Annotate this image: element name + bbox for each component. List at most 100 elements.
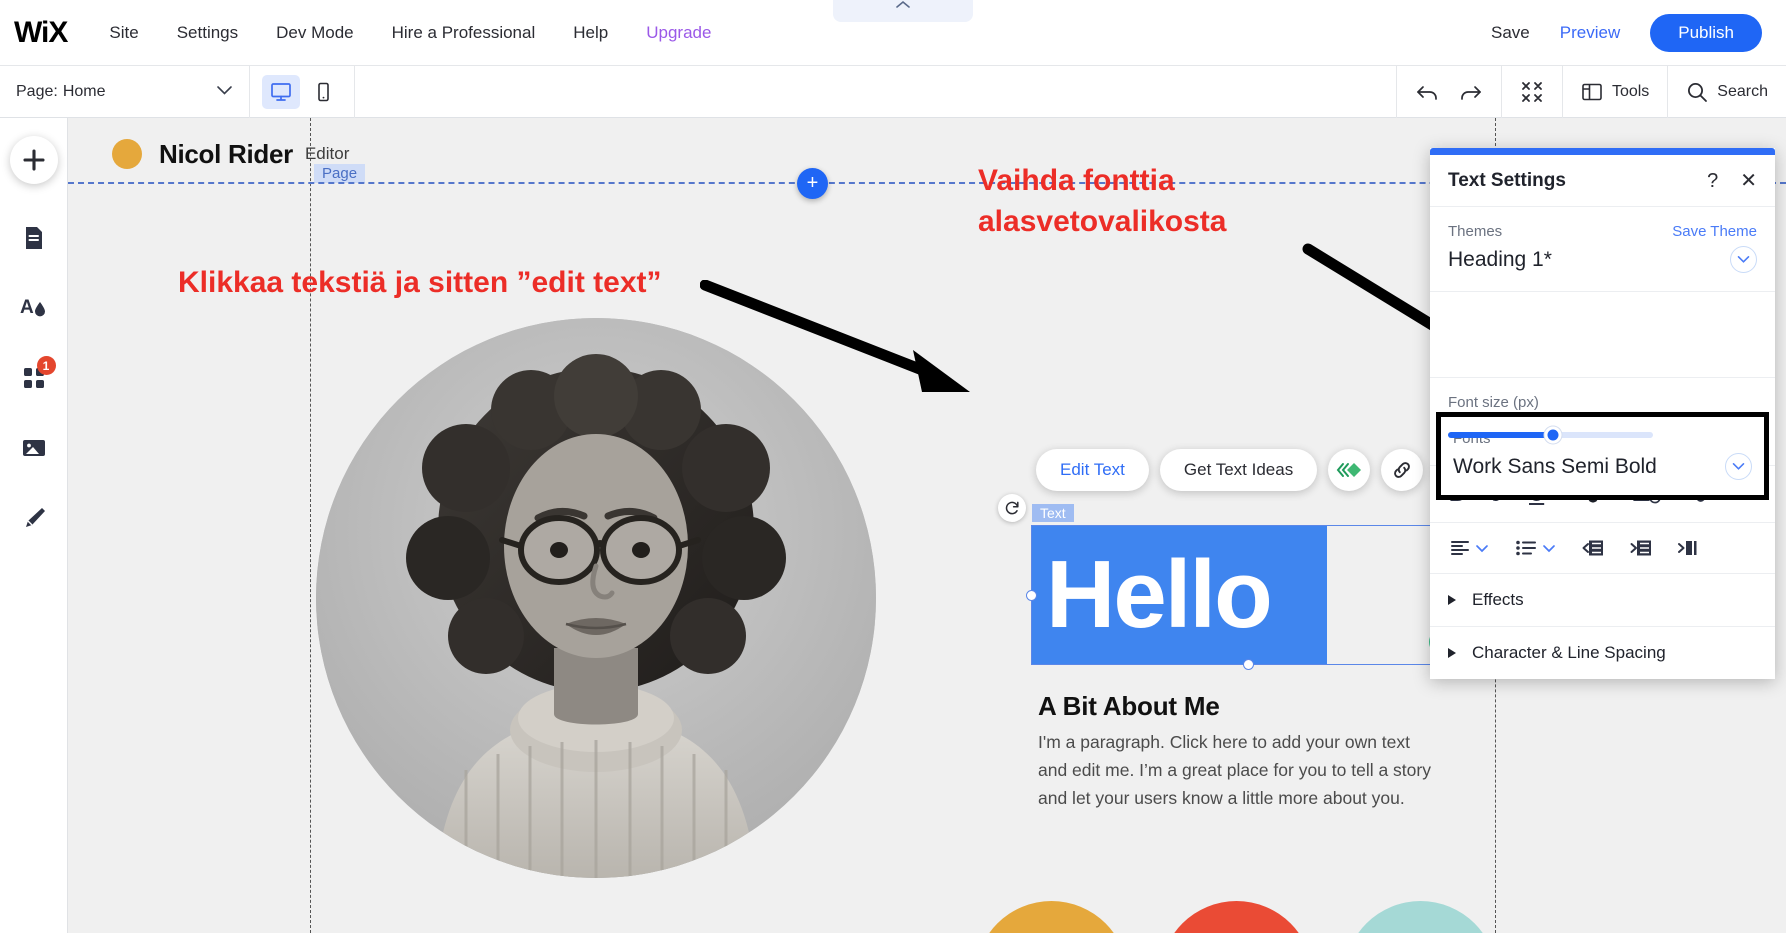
- effects-triangle-icon: [1448, 595, 1456, 605]
- menu-item-help[interactable]: Help: [573, 23, 608, 43]
- list-chevron-down-icon: [1542, 543, 1556, 553]
- menu-item-dev-mode[interactable]: Dev Mode: [276, 23, 353, 43]
- selection-type-tag: Text: [1032, 504, 1074, 522]
- rotate-handle[interactable]: [998, 494, 1026, 522]
- about-paragraph[interactable]: I'm a paragraph. Click here to add your …: [1038, 728, 1443, 812]
- panel-help-icon[interactable]: ?: [1707, 171, 1718, 191]
- panel-header: Text Settings ? ✕: [1430, 155, 1775, 207]
- page-region-tag: Page: [314, 164, 365, 183]
- brand-dot-icon: [112, 139, 142, 169]
- add-section-button[interactable]: +: [797, 168, 828, 199]
- sidebar-item-add-elements[interactable]: [10, 136, 58, 184]
- desktop-view-button[interactable]: [262, 75, 300, 109]
- theme-value: Heading 1*: [1448, 248, 1552, 272]
- brand-name: Nicol Rider: [159, 139, 293, 170]
- main-menu: Site Settings Dev Mode Hire a Profession…: [109, 23, 711, 43]
- font-size-slider-thumb[interactable]: [1544, 427, 1561, 444]
- site-button-resume[interactable]: Resume: [975, 901, 1128, 933]
- font-chevron-down-icon[interactable]: [1725, 453, 1752, 480]
- undo-icon[interactable]: [1415, 81, 1441, 103]
- collapse-toolbar-handle[interactable]: [833, 0, 973, 22]
- panel-title: Text Settings: [1448, 170, 1566, 192]
- edit-text-button[interactable]: Edit Text: [1036, 449, 1149, 491]
- sidebar-item-app-market[interactable]: 1: [10, 354, 58, 402]
- font-size-slider[interactable]: [1448, 432, 1653, 438]
- sidebar-item-blog-manager[interactable]: [10, 494, 58, 542]
- site-button-projects[interactable]: Projects: [1160, 901, 1313, 933]
- sidebar-item-site-design[interactable]: A: [10, 284, 58, 332]
- menu-item-upgrade[interactable]: Upgrade: [646, 23, 711, 43]
- panel-accent-bar: [1430, 148, 1775, 155]
- about-heading[interactable]: A Bit About Me: [1038, 691, 1220, 722]
- zoom-out-icon[interactable]: [1520, 80, 1544, 104]
- resize-handle-left[interactable]: [1026, 590, 1037, 601]
- search-label: Search: [1717, 83, 1768, 101]
- page-selector-value: Home: [63, 83, 106, 101]
- save-theme-link[interactable]: Save Theme: [1672, 223, 1757, 240]
- menu-item-hire-a-professional[interactable]: Hire a Professional: [392, 23, 536, 43]
- history-group: [1396, 66, 1501, 118]
- menu-item-site[interactable]: Site: [109, 23, 138, 43]
- sidebar-item-pages-menu[interactable]: [10, 214, 58, 262]
- annotation-edit-text: Klikkaa tekstiä ja sitten ”edit text”: [178, 262, 662, 303]
- save-button[interactable]: Save: [1491, 23, 1530, 43]
- search-icon: [1686, 81, 1708, 103]
- tools-button[interactable]: Tools: [1581, 82, 1649, 102]
- fonts-highlight-box: Fonts Work Sans Semi Bold: [1436, 412, 1769, 500]
- align-chevron-down-icon: [1475, 543, 1489, 553]
- page-selector[interactable]: Page: Home: [0, 66, 250, 118]
- get-text-ideas-button[interactable]: Get Text Ideas: [1160, 449, 1317, 491]
- tools-icon: [1581, 82, 1603, 102]
- search-group: Search: [1667, 66, 1786, 118]
- spacing-accordion[interactable]: Character & Line Spacing: [1430, 627, 1775, 679]
- selected-text-element[interactable]: Text Hello: [1031, 525, 1466, 665]
- wix-logo[interactable]: WiX: [14, 16, 67, 50]
- app-market-badge: 1: [37, 356, 56, 375]
- profile-photo[interactable]: [316, 318, 876, 878]
- indent-icon[interactable]: [1630, 539, 1652, 557]
- brand-subtitle: Editor: [305, 144, 349, 164]
- plus-icon: [21, 147, 47, 173]
- redo-icon[interactable]: [1457, 81, 1483, 103]
- panel-close-icon[interactable]: ✕: [1740, 171, 1757, 191]
- preview-button[interactable]: Preview: [1560, 23, 1620, 43]
- text-settings-panel: Text Settings ? ✕ Themes Save Theme Head…: [1430, 148, 1775, 679]
- site-button-contact[interactable]: Contact: [1344, 901, 1497, 933]
- mobile-view-button[interactable]: [304, 75, 342, 109]
- font-dropdown[interactable]: Work Sans Semi Bold: [1453, 453, 1752, 480]
- chevron-down-icon: [216, 84, 233, 99]
- effects-accordion[interactable]: Effects: [1430, 574, 1775, 627]
- search-button[interactable]: Search: [1686, 81, 1768, 103]
- effects-label: Effects: [1472, 590, 1524, 610]
- device-switcher: [250, 66, 355, 118]
- theme-chevron-down-icon[interactable]: [1730, 246, 1757, 273]
- image-icon: [20, 436, 48, 460]
- text-direction-icon[interactable]: [1678, 539, 1698, 557]
- link-icon[interactable]: [1381, 449, 1423, 491]
- outdent-icon[interactable]: [1582, 539, 1604, 557]
- animation-icon[interactable]: [1328, 449, 1370, 491]
- panel-header-actions: ? ✕: [1707, 171, 1757, 191]
- rotate-icon: [1004, 500, 1021, 517]
- theme-icon: A: [19, 294, 49, 322]
- font-size-label: Font size (px): [1448, 394, 1757, 411]
- chevron-up-icon: [896, 0, 910, 10]
- publish-button[interactable]: Publish: [1650, 14, 1762, 52]
- page-icon: [21, 224, 47, 252]
- resize-handle-bottom[interactable]: [1243, 659, 1254, 670]
- menu-item-settings[interactable]: Settings: [177, 23, 238, 43]
- mobile-icon: [312, 82, 334, 102]
- bullet-list-icon[interactable]: [1515, 539, 1556, 557]
- themes-label: Themes: [1448, 223, 1502, 240]
- editor-toolbar-right: Tools Search: [1396, 66, 1786, 118]
- page-selector-label: Page:: [16, 83, 58, 101]
- align-left-icon[interactable]: [1450, 539, 1489, 557]
- sidebar-item-media-manager[interactable]: [10, 424, 58, 472]
- svg-text:A: A: [20, 297, 34, 318]
- themes-section: Themes Save Theme Heading 1*: [1430, 207, 1775, 292]
- top-bar: WiX Site Settings Dev Mode Hire a Profes…: [0, 0, 1786, 66]
- top-bar-actions: Save Preview Publish: [1491, 14, 1762, 52]
- theme-dropdown[interactable]: Heading 1*: [1448, 246, 1757, 273]
- zoom-group: [1501, 66, 1562, 118]
- portrait-image: [316, 318, 876, 878]
